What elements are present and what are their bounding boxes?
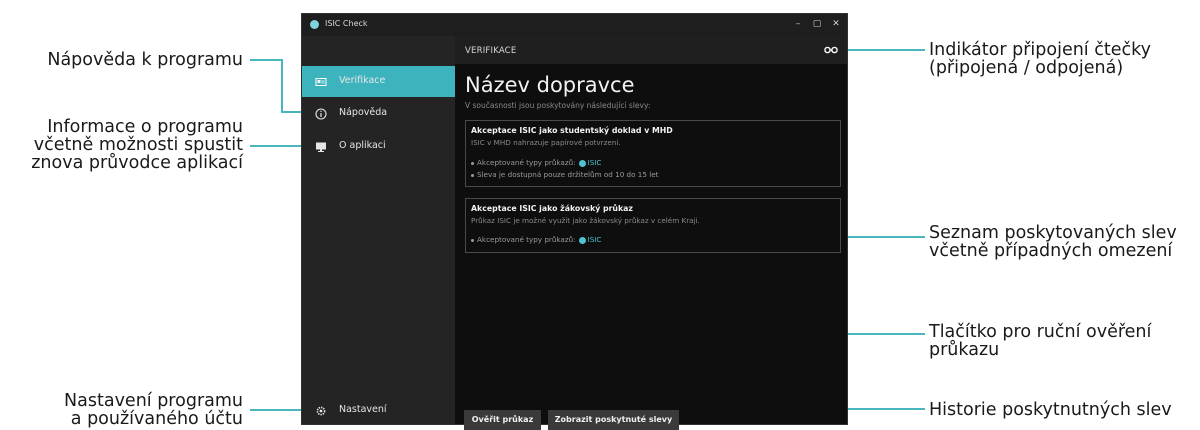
sidebar: Verifikace Nápověda O aplikaci Nastavení — [302, 36, 455, 424]
main-content: Název dopravce V současnosti jsou poskyt… — [455, 64, 847, 430]
bullet — [471, 161, 474, 165]
page-header: VERIFIKACE — [455, 36, 847, 64]
annotation-about: Informace o programu včetně možnosti spu… — [31, 117, 243, 173]
discount-card: Akceptace ISIC jako žákovský průkaz Průk… — [465, 198, 841, 253]
carrier-title: Název dopravce — [465, 73, 635, 97]
sidebar-item-verifikace[interactable]: Verifikace — [302, 66, 455, 97]
annotation-reader: Indikátor připojení čtečky (připojená / … — [929, 40, 1151, 78]
sidebar-item-label: Verifikace — [339, 75, 386, 86]
link-icon — [824, 46, 838, 54]
annotation-help: Nápověda k programu — [47, 50, 243, 70]
sidebar-item-napoveda[interactable]: Nápověda — [302, 98, 455, 129]
annotation-history: Historie poskytnutných slev — [929, 400, 1172, 420]
bullet — [471, 238, 474, 242]
annotation-discounts: Seznam poskytovaných slev včetně případn… — [929, 223, 1177, 261]
page-title: VERIFIKACE — [465, 46, 517, 56]
card-description: Průkaz ISIC je možné využít jako žákovsk… — [471, 216, 700, 225]
discount-card: Akceptace ISIC jako studentský doklad v … — [465, 120, 841, 187]
annotation-settings: Nastavení programu a používaného účtu — [64, 391, 243, 429]
sidebar-item-nastaveni[interactable]: Nastavení — [302, 395, 455, 426]
isic-logo-icon — [578, 159, 586, 167]
card-accepted-types: Akceptované typy průkazů: ISIC — [471, 235, 601, 244]
gear-icon — [316, 406, 326, 416]
app-logo-icon — [310, 20, 319, 29]
minimize-button[interactable]: – — [791, 17, 805, 31]
close-button[interactable]: ✕ — [829, 17, 843, 31]
card-title: Akceptace ISIC jako žákovský průkaz — [471, 204, 633, 213]
sidebar-item-o-aplikaci[interactable]: O aplikaci — [302, 131, 455, 162]
annotation-manual: Tlačítko pro ruční ověření průkazu — [929, 322, 1152, 360]
maximize-button[interactable]: ▢ — [810, 17, 824, 31]
show-discounts-button[interactable]: Zobrazit poskytnuté slevy — [548, 410, 679, 430]
isic-logo-icon — [578, 236, 586, 244]
settings-label: Nastavení — [339, 404, 387, 415]
discounts-subtitle: V současnosti jsou poskytovány následují… — [465, 101, 651, 110]
title-bar[interactable]: ISIC Check – ▢ ✕ — [302, 14, 847, 36]
card-description: ISIC v MHD nahrazuje papírové potvrzení. — [471, 138, 621, 147]
bullet — [471, 173, 474, 177]
monitor-icon — [316, 142, 326, 152]
card-note: Sleva je dostupná pouze držitelům od 10 … — [471, 170, 658, 179]
sidebar-item-label: O aplikaci — [339, 140, 386, 151]
card-title: Akceptace ISIC jako studentský doklad v … — [471, 126, 673, 135]
verify-card-button[interactable]: Ověřit průkaz — [464, 410, 541, 430]
app-window: ISIC Check – ▢ ✕ Verifikace Nápověda O a… — [301, 13, 848, 430]
card-accepted-types: Akceptované typy průkazů: ISIC — [471, 158, 601, 167]
sidebar-item-label: Nápověda — [339, 107, 388, 118]
id-card-icon — [315, 78, 327, 86]
info-icon — [315, 108, 327, 120]
window-title: ISIC Check — [325, 19, 368, 28]
